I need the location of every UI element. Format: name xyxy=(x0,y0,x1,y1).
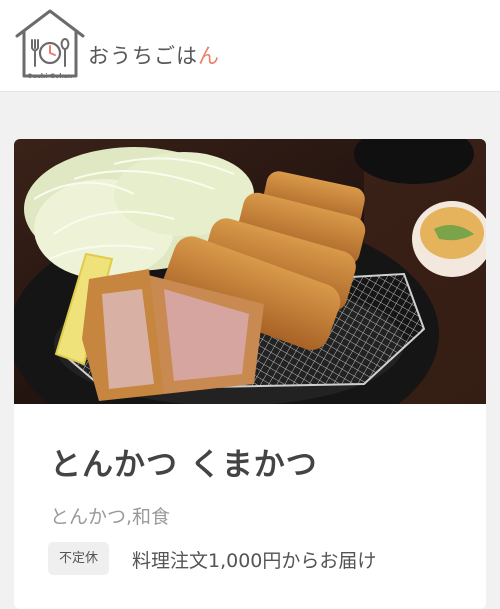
shop-category: とんかつ,和食 xyxy=(50,506,171,528)
shop-card[interactable]: とんかつ くまかつ とんかつ,和食 不定休 料理注文1,000円からお届け xyxy=(14,139,486,609)
logo-text-accent: ん xyxy=(198,44,220,68)
logo-text-main: おうちごは xyxy=(88,44,198,68)
shop-name[interactable]: とんかつ くまかつ xyxy=(50,439,318,484)
logo-mark-text: Ouchi Gohan xyxy=(27,73,73,80)
delivery-info: 料理注文1,000円からお届け xyxy=(132,550,377,572)
app-header: Ouchi Gohan おうちごはん xyxy=(0,0,500,92)
shop-photo[interactable] xyxy=(14,139,486,404)
holiday-badge: 不定休 xyxy=(48,542,110,575)
app-logo-text[interactable]: おうちごはん xyxy=(88,40,220,70)
house-logo-icon[interactable] xyxy=(14,9,86,81)
